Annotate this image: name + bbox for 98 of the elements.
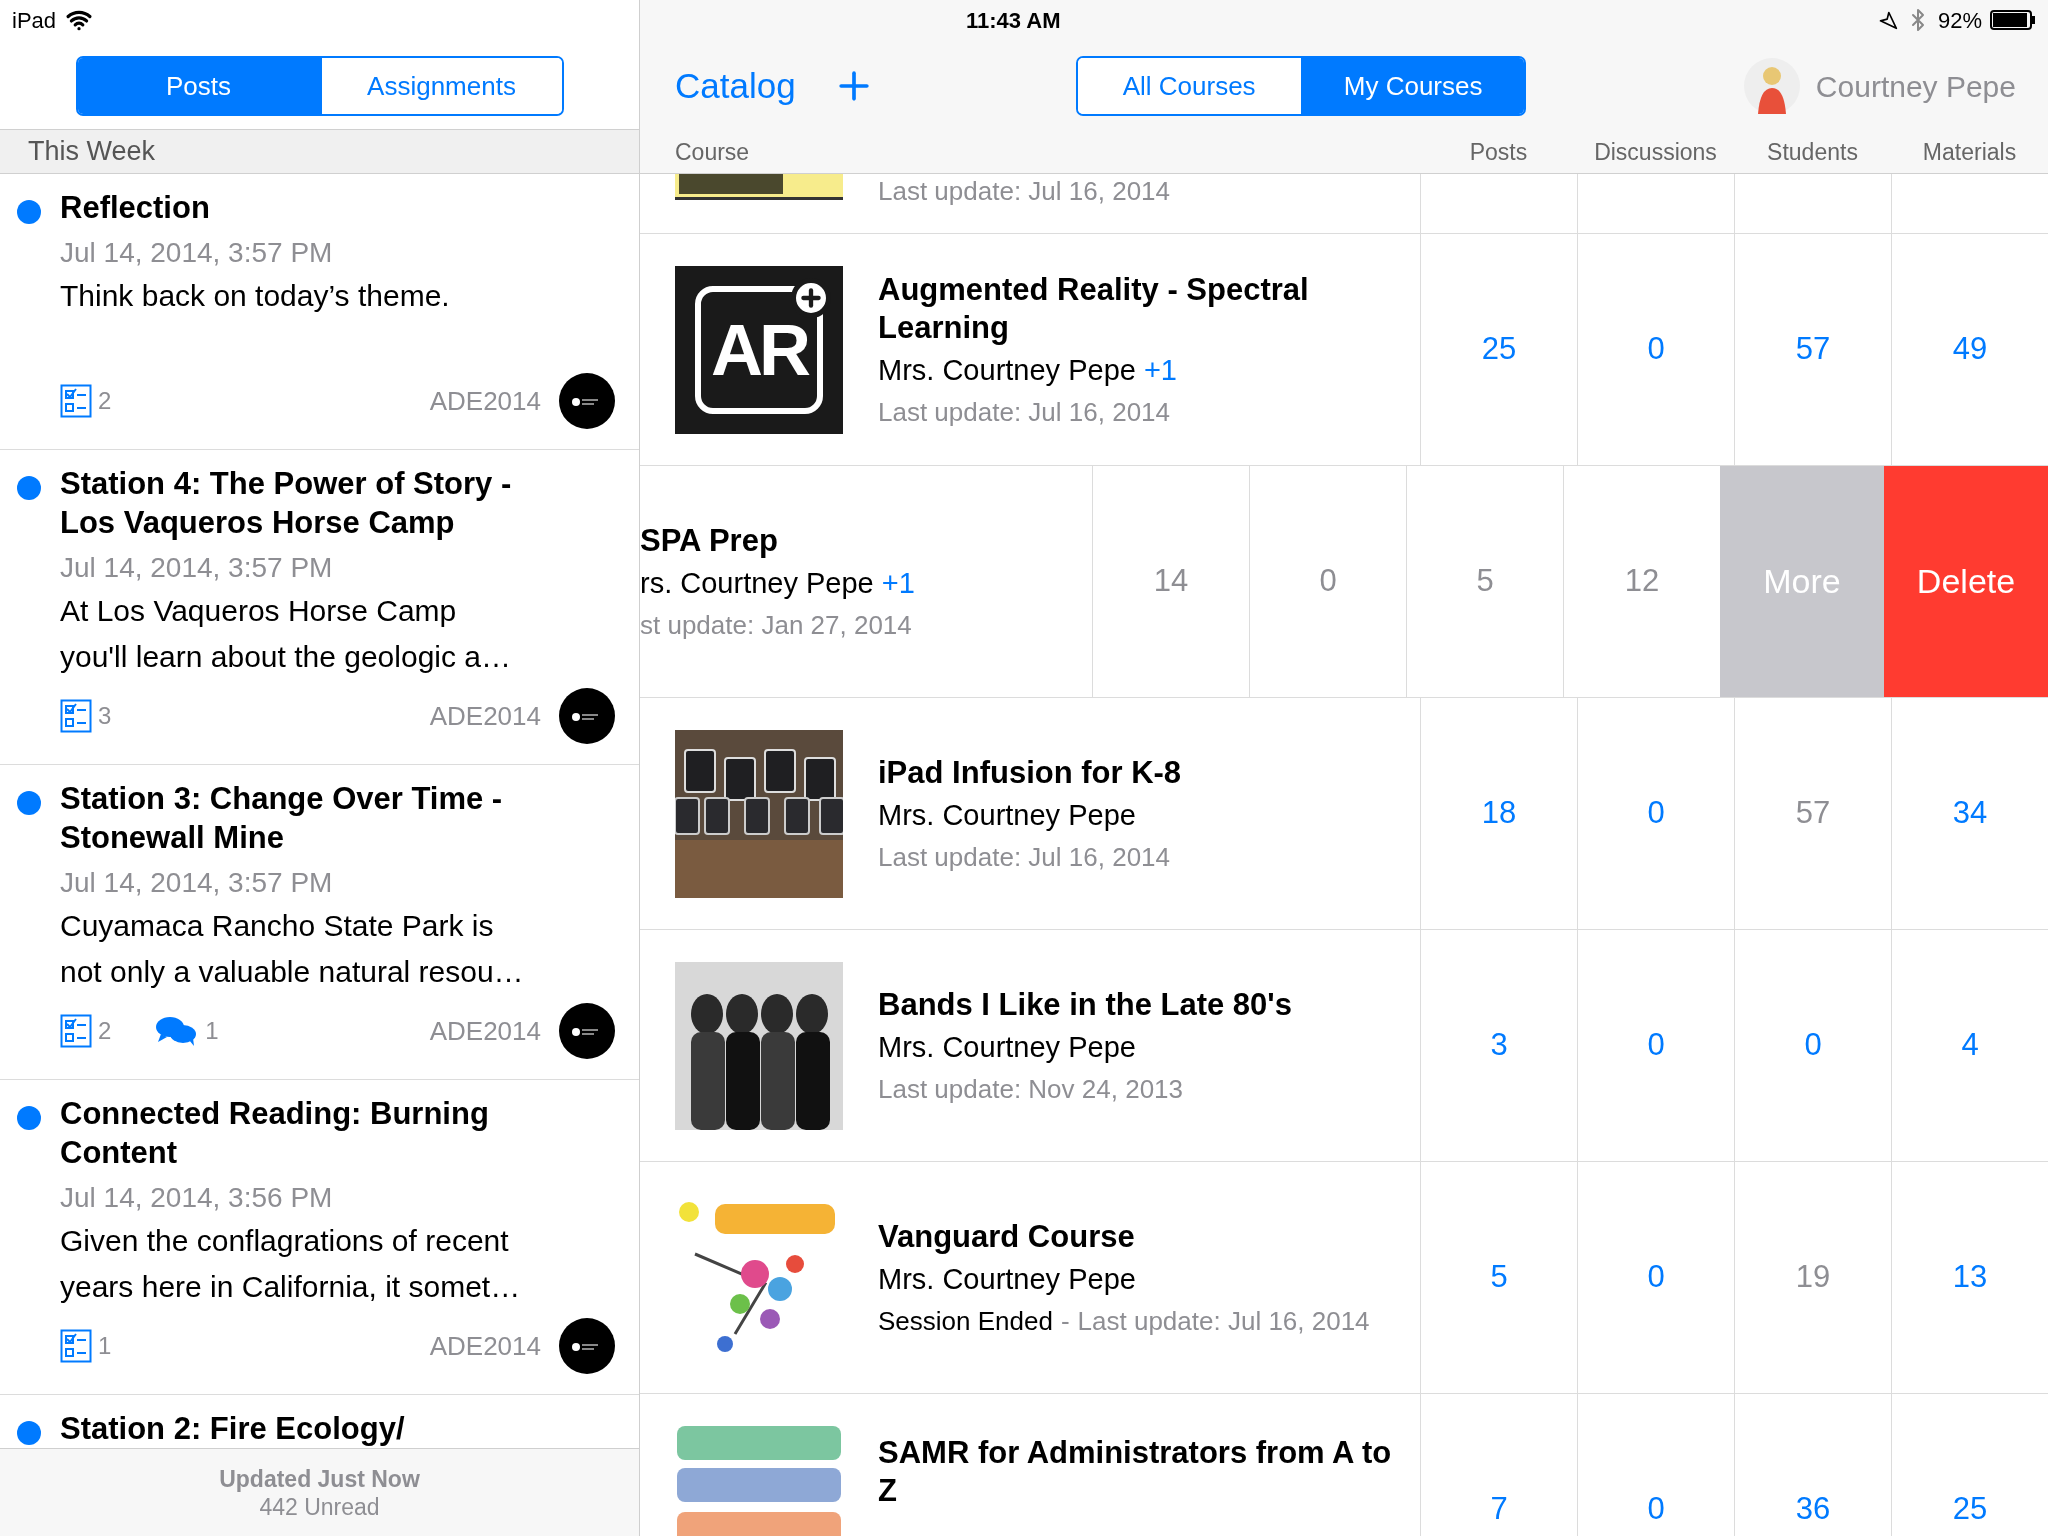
extra-teachers[interactable]: +1: [881, 563, 915, 602]
post-date: Jul 14, 2014, 3:57 PM: [60, 866, 334, 900]
last-update: st update: Jan 27, 2014: [640, 608, 912, 642]
count-value[interactable]: 18: [1481, 790, 1517, 837]
count-value[interactable]: 0: [1647, 1486, 1665, 1533]
segment-tab[interactable]: All Courses: [1077, 58, 1301, 114]
count-value[interactable]: 25: [1952, 1486, 1988, 1533]
count-value[interactable]: 7: [1490, 1486, 1508, 1533]
count-value: 5: [1476, 562, 1494, 601]
teacher-name: Mrs. Courtney Pepe: [878, 352, 1136, 388]
count-value[interactable]: 36: [1795, 1486, 1831, 1533]
separator: -: [1060, 1304, 1070, 1338]
battery-icon: [1990, 10, 2036, 30]
post-excerpt: At Los Vaqueros Horse Camp you'll learn about the geologic a…: [60, 593, 513, 675]
catalog-title[interactable]: Catalog: [675, 59, 796, 113]
count-value[interactable]: 0: [1647, 1022, 1665, 1069]
teacher-name: Mrs. Courtney Pepe: [878, 1029, 1136, 1065]
user-avatar-icon: [1743, 58, 1800, 114]
location-icon: [1877, 10, 1898, 30]
session-status: Session Ended: [878, 1304, 1053, 1338]
group-name: ADE2014: [429, 699, 541, 733]
teacher-name: Mrs. Courtney Pepe: [878, 797, 1136, 833]
count-value[interactable]: 25: [1481, 326, 1517, 373]
post-excerpt: Think back on today’s theme.: [60, 278, 451, 314]
count-value[interactable]: 5: [1490, 1254, 1508, 1301]
post-excerpt: Given the conflagrations of recent years here in California, it somet…: [60, 1223, 522, 1305]
checklist-icon: [60, 1329, 92, 1363]
device-name: iPad: [12, 6, 57, 35]
checklist-icon: [60, 384, 92, 418]
count-value[interactable]: 34: [1952, 790, 1988, 837]
comment-count: 1: [205, 1016, 219, 1046]
post-title[interactable]: Station 2: Fire Ecology/: [60, 1409, 615, 1448]
teacher-name: rs. Courtney Pepe: [640, 565, 874, 601]
segment-tab[interactable]: Posts: [77, 58, 320, 114]
course-title[interactable]: iPad Infusion for K-8: [878, 753, 1182, 792]
section-header: This Week: [28, 135, 156, 169]
column-header: Course: [674, 138, 751, 168]
updated-label: Updated Just Now: [219, 1464, 420, 1493]
column-header: Materials: [1921, 138, 2018, 168]
count-value: 12: [1624, 562, 1660, 601]
count-value[interactable]: 49: [1952, 326, 1988, 373]
clock: 11:43 AM: [966, 6, 1061, 35]
count-value: 14: [1153, 562, 1189, 601]
count-value[interactable]: 4: [1961, 1022, 1979, 1069]
post-title[interactable]: Connected Reading: Burning Content: [60, 1094, 615, 1172]
count-value[interactable]: 3: [1490, 1022, 1508, 1069]
course-title[interactable]: Vanguard Course: [878, 1217, 1370, 1256]
count-value[interactable]: 0: [1647, 326, 1665, 373]
segment-tab[interactable]: My Courses: [1300, 58, 1524, 114]
post-title[interactable]: Station 3: Change Over Time - Stonewall Mine: [60, 779, 615, 857]
group-name: ADE2014: [429, 1014, 541, 1048]
count-value[interactable]: 0: [1647, 790, 1665, 837]
post-date: Jul 14, 2014, 3:57 PM: [60, 236, 334, 270]
course-title[interactable]: Augmented Reality - Spectral Learning: [878, 270, 1309, 347]
last-update: Last update: Jul 16, 2014: [1077, 1304, 1370, 1338]
battery-percent: 92%: [1937, 6, 1982, 35]
count-value: 0: [1319, 562, 1337, 601]
group-name: ADE2014: [429, 384, 541, 418]
unread-count: 442 Unread: [259, 1492, 380, 1521]
column-header: Discussions: [1593, 138, 1718, 168]
group-avatar-icon: [559, 688, 615, 744]
course-title[interactable]: Bands I Like in the Late 80's: [878, 985, 1292, 1024]
post-excerpt: Cuyamaca Rancho State Park is not only a valuable natural resou…: [60, 908, 525, 990]
assignment-count: 2: [98, 1016, 112, 1046]
course-title[interactable]: SAMR for Administrators from A to Z: [878, 1434, 1392, 1510]
count-value[interactable]: 0: [1647, 1254, 1665, 1301]
group-avatar-icon: [559, 1003, 615, 1059]
group-name: ADE2014: [429, 1329, 541, 1363]
count-value: 57: [1795, 794, 1831, 833]
last-update: Last update: Jul 16, 2014: [878, 395, 1170, 429]
count-value[interactable]: 13: [1952, 1254, 1988, 1301]
post-title[interactable]: Station 4: The Power of Story - Los Vaqueros Horse Camp: [60, 464, 615, 542]
teacher-name: Mrs. Courtney Pepe: [878, 1261, 1136, 1297]
last-update: Last update: Jul 16, 2014: [878, 840, 1170, 874]
course-logo: AR: [675, 265, 843, 434]
assignment-count: 2: [98, 386, 112, 416]
course-title[interactable]: SPA Prep: [640, 521, 915, 560]
delete-button[interactable]: Delete: [1884, 466, 2048, 697]
checklist-icon: [60, 699, 92, 733]
column-header: Students: [1766, 138, 1859, 168]
column-header: Posts: [1468, 138, 1529, 168]
chat-bubbles-icon: [155, 1015, 198, 1047]
segment-tab[interactable]: Assignments: [319, 58, 562, 114]
assignment-count: 3: [98, 701, 112, 731]
post-date: Jul 14, 2014, 3:56 PM: [60, 1181, 334, 1215]
last-update: Last update: Jul 16, 2014: [878, 175, 1170, 208]
post-date: Jul 14, 2014, 3:57 PM: [60, 551, 334, 585]
post-title[interactable]: Reflection: [60, 188, 615, 227]
last-update: Last update: Nov 24, 2013: [878, 1072, 1183, 1106]
user-name[interactable]: Courtney Pepe: [1815, 63, 2016, 109]
count-value: 19: [1795, 1258, 1831, 1297]
group-avatar-icon: [559, 373, 615, 429]
count-value[interactable]: 0: [1804, 1022, 1822, 1069]
group-avatar-icon: [559, 1318, 615, 1374]
extra-teachers[interactable]: +1: [1143, 350, 1177, 389]
assignment-count: 1: [98, 1331, 112, 1361]
checklist-icon: [60, 1014, 92, 1048]
count-value[interactable]: 57: [1795, 326, 1831, 373]
